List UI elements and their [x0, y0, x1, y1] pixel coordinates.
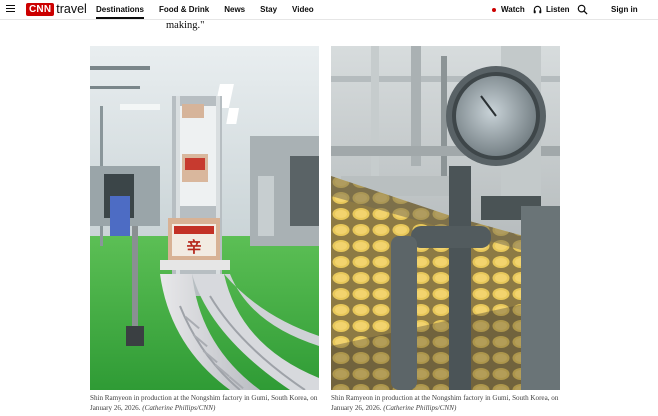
watch-button[interactable]: Watch — [492, 0, 525, 19]
search-icon[interactable] — [577, 4, 588, 15]
noodle-line-photo — [331, 46, 560, 390]
photo-credit: (Catherine Phillips/CNN) — [383, 403, 457, 412]
listen-button[interactable]: Listen — [533, 0, 570, 19]
hamburger-menu-icon[interactable] — [6, 5, 15, 13]
nav-link-video[interactable]: Video — [292, 0, 314, 19]
live-dot-icon — [492, 7, 496, 12]
photo-credit: (Catherine Phillips/CNN) — [142, 403, 216, 412]
nav-links: Destinations Food & Drink News Stay Vide… — [96, 0, 329, 19]
listen-label: Listen — [546, 5, 570, 14]
sign-in-link[interactable]: Sign in — [611, 0, 638, 19]
article-lead-text: making." — [166, 20, 205, 31]
top-nav: CNN travel Destinations Food & Drink New… — [0, 0, 658, 20]
factory-conveyor-photo: 辛 — [90, 46, 319, 390]
photo-caption-left: Shin Ramyeon in production at the Nongsh… — [90, 394, 322, 413]
logo-badge: CNN — [26, 3, 55, 16]
photo-caption-right: Shin Ramyeon in production at the Nongsh… — [331, 394, 563, 413]
nav-link-food-drink[interactable]: Food & Drink — [159, 0, 209, 19]
nav-link-stay[interactable]: Stay — [260, 0, 277, 19]
nav-link-news[interactable]: News — [224, 0, 245, 19]
box-label: 辛 — [186, 238, 201, 256]
cnn-travel-logo[interactable]: CNN travel — [26, 3, 87, 16]
watch-label: Watch — [501, 5, 525, 14]
nav-link-destinations[interactable]: Destinations — [96, 0, 145, 19]
headphones-icon — [533, 5, 542, 14]
logo-text: travel — [56, 2, 87, 16]
